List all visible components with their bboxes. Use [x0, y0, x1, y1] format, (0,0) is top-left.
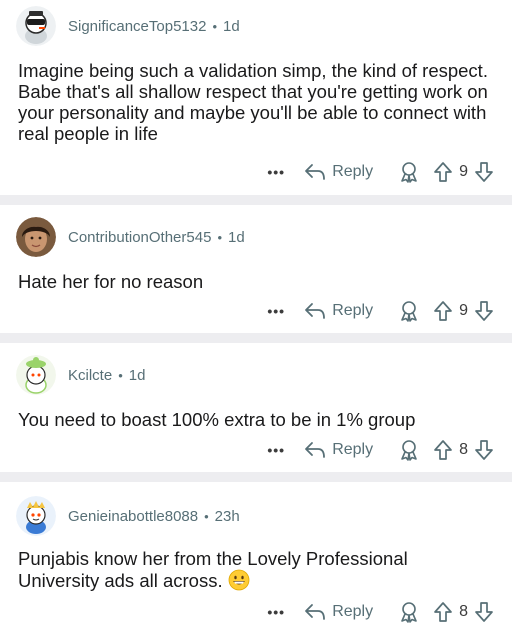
- comment-body: Hate her for no reason: [18, 271, 204, 292]
- vote-count: 9: [459, 163, 468, 180]
- comment-divider: [0, 472, 512, 482]
- user-avatar[interactable]: [16, 355, 56, 395]
- comment-divider: [0, 195, 512, 205]
- comment-meta: SignificanceTop5132 • 1d: [68, 18, 240, 35]
- vote-controls: 9: [433, 300, 494, 322]
- comment: SignificanceTop5132 • 1d Imagine being s…: [0, 0, 512, 195]
- username[interactable]: SignificanceTop5132: [68, 18, 206, 35]
- more-options-button[interactable]: •••: [262, 442, 290, 458]
- downvote-arrow-icon[interactable]: [474, 601, 494, 623]
- reply-label: Reply: [332, 441, 374, 458]
- reply-arrow-icon: [305, 164, 326, 180]
- comment-body: You need to boast 100% extra to be in 1%…: [18, 409, 416, 430]
- downvote-arrow-icon[interactable]: [474, 161, 494, 183]
- vote-count: 9: [459, 302, 468, 319]
- downvote-arrow-icon[interactable]: [474, 300, 494, 322]
- reply-button[interactable]: Reply: [304, 441, 373, 459]
- comment-meta: Kcilcte • 1d: [68, 367, 145, 384]
- vote-controls: 8: [433, 601, 494, 623]
- meta-separator: •: [118, 367, 123, 383]
- upvote-arrow-icon[interactable]: [433, 161, 453, 183]
- award-icon: [401, 440, 417, 461]
- username[interactable]: ContributionOther545: [68, 229, 211, 246]
- reply-button[interactable]: Reply: [304, 302, 373, 320]
- comment: Genieinabottle8088 • 23h Punjabis know h…: [0, 482, 512, 626]
- upvote-arrow-icon[interactable]: [433, 601, 453, 623]
- vote-controls: 9: [433, 161, 494, 183]
- comment-divider: [0, 333, 512, 343]
- vote-count: 8: [459, 603, 468, 620]
- more-options-button[interactable]: •••: [262, 164, 290, 180]
- timestamp: 1d: [228, 228, 245, 246]
- vote-count: 8: [459, 441, 468, 458]
- more-options-button[interactable]: •••: [262, 303, 290, 319]
- award-button[interactable]: [397, 600, 433, 624]
- award-button[interactable]: [397, 160, 433, 184]
- username[interactable]: Genieinabottle8088: [68, 508, 198, 525]
- downvote-arrow-icon[interactable]: [474, 439, 494, 461]
- comment-actions: ••• Reply 8: [262, 597, 494, 626]
- timestamp: 1d: [223, 17, 240, 35]
- reply-button[interactable]: Reply: [304, 163, 373, 181]
- comment-body: Punjabis know her from the Lovely Profes…: [18, 548, 494, 591]
- award-icon: [401, 602, 417, 623]
- user-avatar[interactable]: [16, 496, 56, 536]
- comment-meta: Genieinabottle8088 • 23h: [68, 508, 240, 525]
- vote-controls: 8: [433, 439, 494, 461]
- user-avatar[interactable]: [16, 6, 56, 46]
- more-options-button[interactable]: •••: [262, 604, 290, 620]
- reply-arrow-icon: [305, 303, 326, 319]
- user-avatar[interactable]: [16, 217, 56, 257]
- comment: Kcilcte • 1d You need to boast 100% extr…: [0, 343, 512, 472]
- award-icon: [401, 301, 417, 322]
- grinning-face-emoji: [228, 569, 250, 591]
- comment-text: Punjabis know her from the Lovely Profes…: [18, 548, 408, 591]
- award-icon: [401, 162, 417, 183]
- comment-actions: ••• Reply 9: [262, 296, 494, 326]
- reply-arrow-icon: [305, 442, 326, 458]
- timestamp: 23h: [214, 507, 240, 525]
- award-button[interactable]: [397, 299, 433, 323]
- reply-label: Reply: [332, 603, 374, 620]
- comment-meta: ContributionOther545 • 1d: [68, 229, 245, 246]
- reply-arrow-icon: [305, 604, 326, 620]
- meta-separator: •: [217, 229, 222, 245]
- meta-separator: •: [212, 18, 217, 34]
- comment-actions: ••• Reply 9: [262, 157, 494, 187]
- username[interactable]: Kcilcte: [68, 367, 112, 384]
- upvote-arrow-icon[interactable]: [433, 439, 453, 461]
- reply-label: Reply: [332, 163, 374, 180]
- timestamp: 1d: [128, 366, 146, 384]
- comment-actions: ••• Reply 8: [262, 435, 494, 465]
- comment: ContributionOther545 • 1d Hate her for n…: [0, 205, 512, 333]
- upvote-arrow-icon[interactable]: [433, 300, 453, 322]
- reply-button[interactable]: Reply: [304, 603, 373, 621]
- reply-label: Reply: [332, 302, 374, 319]
- award-button[interactable]: [397, 438, 433, 462]
- comment-body: Imagine being such a validation simp, th…: [18, 60, 488, 144]
- meta-separator: •: [204, 508, 209, 524]
